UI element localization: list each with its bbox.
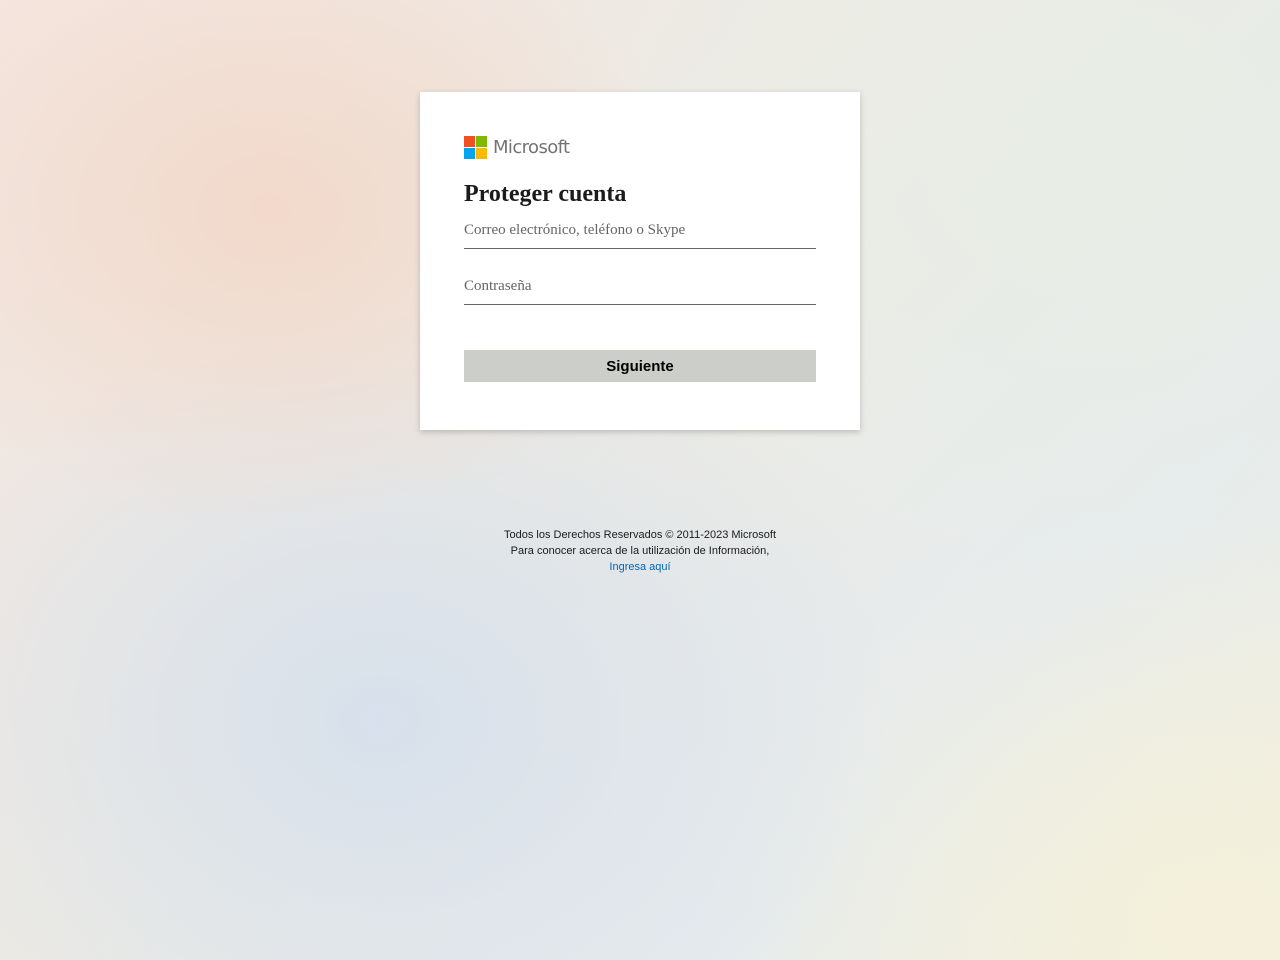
next-button[interactable]: Siguiente <box>464 350 816 382</box>
microsoft-logo: Microsoft <box>464 136 816 159</box>
microsoft-squares-icon <box>464 136 487 159</box>
page-title: Proteger cuenta <box>464 181 627 207</box>
logo-square-yellow <box>476 148 487 159</box>
info-text: Para conocer acerca de la utilización de… <box>510 545 770 557</box>
footer: Todos los Derechos Reservados © 2011-202… <box>0 527 1280 575</box>
logo-wordmark: Microsoft <box>493 137 570 158</box>
logo-square-red <box>464 136 475 147</box>
info-link[interactable]: Ingresa aquí <box>609 561 670 573</box>
password-field[interactable] <box>464 271 816 305</box>
logo-square-green <box>476 136 487 147</box>
logo-square-blue <box>464 148 475 159</box>
copyright-text: Todos los Derechos Reservados © 2011-202… <box>503 529 777 541</box>
email-field[interactable] <box>464 215 816 249</box>
sign-in-card: Microsoft Proteger cuenta Siguiente <box>420 92 860 430</box>
footer-link-row: Ingresa aquí <box>0 559 1280 575</box>
